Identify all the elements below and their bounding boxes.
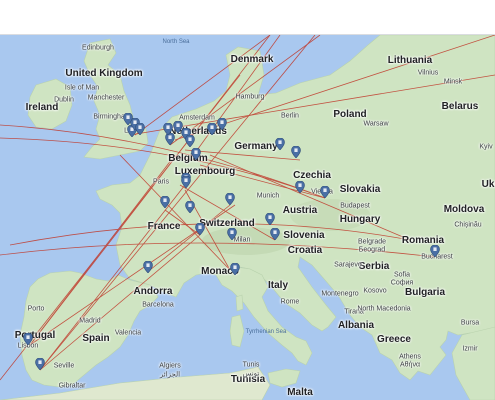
map-marker-icon[interactable] <box>195 223 205 235</box>
city-label-kosovo: Kosovo <box>363 287 387 295</box>
city-label-manchester: Manchester <box>87 94 125 102</box>
city-label-north-macedonia: North Macedonia <box>357 305 411 313</box>
map-marker-icon[interactable] <box>35 358 45 370</box>
map-marker-icon[interactable] <box>143 261 153 273</box>
country-label-czechia: Czechia <box>293 170 331 181</box>
city-label-warsaw: Warsaw <box>363 120 389 128</box>
city-label-tunis-ar: تونس <box>242 370 260 378</box>
map-marker-icon[interactable] <box>217 118 227 130</box>
map-marker-icon[interactable] <box>185 135 195 147</box>
city-label-beograd: Бeograd <box>358 246 386 254</box>
country-label-ireland: Ireland <box>25 102 59 113</box>
country-label-ukr: Ukr <box>481 179 495 190</box>
country-label-lithuania: Lithuania <box>387 55 433 66</box>
country-label-austria: Austria <box>282 205 318 216</box>
map-marker-icon[interactable] <box>265 213 275 225</box>
country-label-germany: Germany <box>234 141 278 152</box>
city-label-gibraltar: Gibraltar <box>58 382 86 390</box>
city-label-algiers: Algiers <box>159 362 181 370</box>
map-marker-icon[interactable] <box>295 181 305 193</box>
country-label-belgium: Belgium <box>168 153 208 164</box>
city-label-barcelona: Barcelona <box>142 301 174 309</box>
city-label-izmir: Izmir <box>462 345 478 353</box>
city-label-algiers-ar: الجزائر <box>159 371 181 379</box>
city-label-isle-of-man: Isle of Man <box>64 84 100 92</box>
city-label-dublin: Dublin <box>54 96 74 104</box>
sea-label-tyrrhenian: Tyrrhenian Sea <box>245 329 287 335</box>
map-marker-icon[interactable] <box>181 176 191 188</box>
map-marker-icon[interactable] <box>320 186 330 198</box>
country-label-slovenia: Slovenia <box>283 230 325 241</box>
country-label-croatia: Croatia <box>287 245 323 256</box>
city-label-athens: Athens <box>399 353 421 361</box>
city-label-valencia: Valencia <box>114 329 142 337</box>
city-label-sarajevo: Sarajevo <box>334 261 362 269</box>
city-label-kyiv: Kyiv <box>479 143 493 151</box>
country-label-hungary: Hungary <box>339 214 381 225</box>
city-label-belgrade: Belgrade <box>357 238 387 246</box>
country-label-denmark: Denmark <box>230 54 274 65</box>
city-label-montenegro: Montenegro <box>321 290 359 298</box>
country-label-moldova: Moldova <box>443 204 485 215</box>
city-label-munich: Munich <box>256 192 280 200</box>
map-marker-icon[interactable] <box>185 201 195 213</box>
sea-label-north-sea: North Sea <box>162 39 190 45</box>
city-label-amsterdam: Amsterdam <box>179 114 215 122</box>
map-marker-icon[interactable] <box>135 123 145 135</box>
country-label-andorra: Andorra <box>133 286 173 297</box>
map-marker-icon[interactable] <box>275 138 285 150</box>
map-marker-icon[interactable] <box>191 148 201 160</box>
city-label-hamburg: Hamburg <box>235 93 265 101</box>
map-marker-icon[interactable] <box>291 146 301 158</box>
country-label-serbia: Serbia <box>358 261 390 272</box>
city-label-athens-gr: Αθήνα <box>399 361 421 369</box>
city-label-budapest: Budapest <box>340 202 370 210</box>
map-marker-icon[interactable] <box>230 263 240 275</box>
city-label-bursa: Bursa <box>460 319 480 327</box>
map-canvas[interactable]: United Kingdom Ireland Denmark Lithuania… <box>0 35 495 400</box>
city-label-minsk: Minsk <box>443 78 463 86</box>
map-marker-icon[interactable] <box>225 193 235 205</box>
map-marker-icon[interactable] <box>163 123 173 135</box>
country-label-greece: Greece <box>377 334 411 345</box>
city-label-porto: Porto <box>27 305 45 313</box>
city-label-chisinau: Chișinău <box>454 221 482 229</box>
map-marker-icon[interactable] <box>270 228 280 240</box>
map-marker-icon[interactable] <box>123 113 133 125</box>
map-marker-icon[interactable] <box>430 245 440 257</box>
city-label-sofia-cyr: София <box>390 279 414 287</box>
country-label-france: France <box>147 221 181 232</box>
map-marker-icon[interactable] <box>207 123 217 135</box>
country-label-poland: Poland <box>333 109 367 120</box>
country-label-portugal: Portugal <box>14 330 56 341</box>
country-label-albania: Albania <box>337 320 375 331</box>
top-toolbar <box>0 0 495 35</box>
country-label-malta: Malta <box>287 387 313 398</box>
country-label-belarus: Belarus <box>441 101 479 112</box>
city-label-berlin: Berlin <box>281 112 299 120</box>
city-label-sofia: Sofia <box>394 271 410 279</box>
land-corsica <box>235 294 244 312</box>
city-label-edinburgh: Edinburgh <box>82 44 114 52</box>
map-marker-icon[interactable] <box>23 333 33 345</box>
city-label-seville: Seville <box>53 362 75 370</box>
city-label-rome: Rome <box>280 298 300 306</box>
city-label-madrid: Madrid <box>79 317 101 325</box>
map-marker-icon[interactable] <box>227 228 237 240</box>
country-label-italy: Italy <box>267 280 289 291</box>
city-label-paris: Paris <box>153 178 169 186</box>
city-label-vilnius: Vilnius <box>417 69 439 77</box>
country-label-uk: United Kingdom <box>65 68 143 79</box>
country-label-spain: Spain <box>82 333 110 344</box>
country-label-bulgaria: Bulgaria <box>404 287 446 298</box>
country-label-slovakia: Slovakia <box>339 184 381 195</box>
map-marker-icon[interactable] <box>160 196 170 208</box>
city-label-tunis: Tunis <box>242 361 260 369</box>
